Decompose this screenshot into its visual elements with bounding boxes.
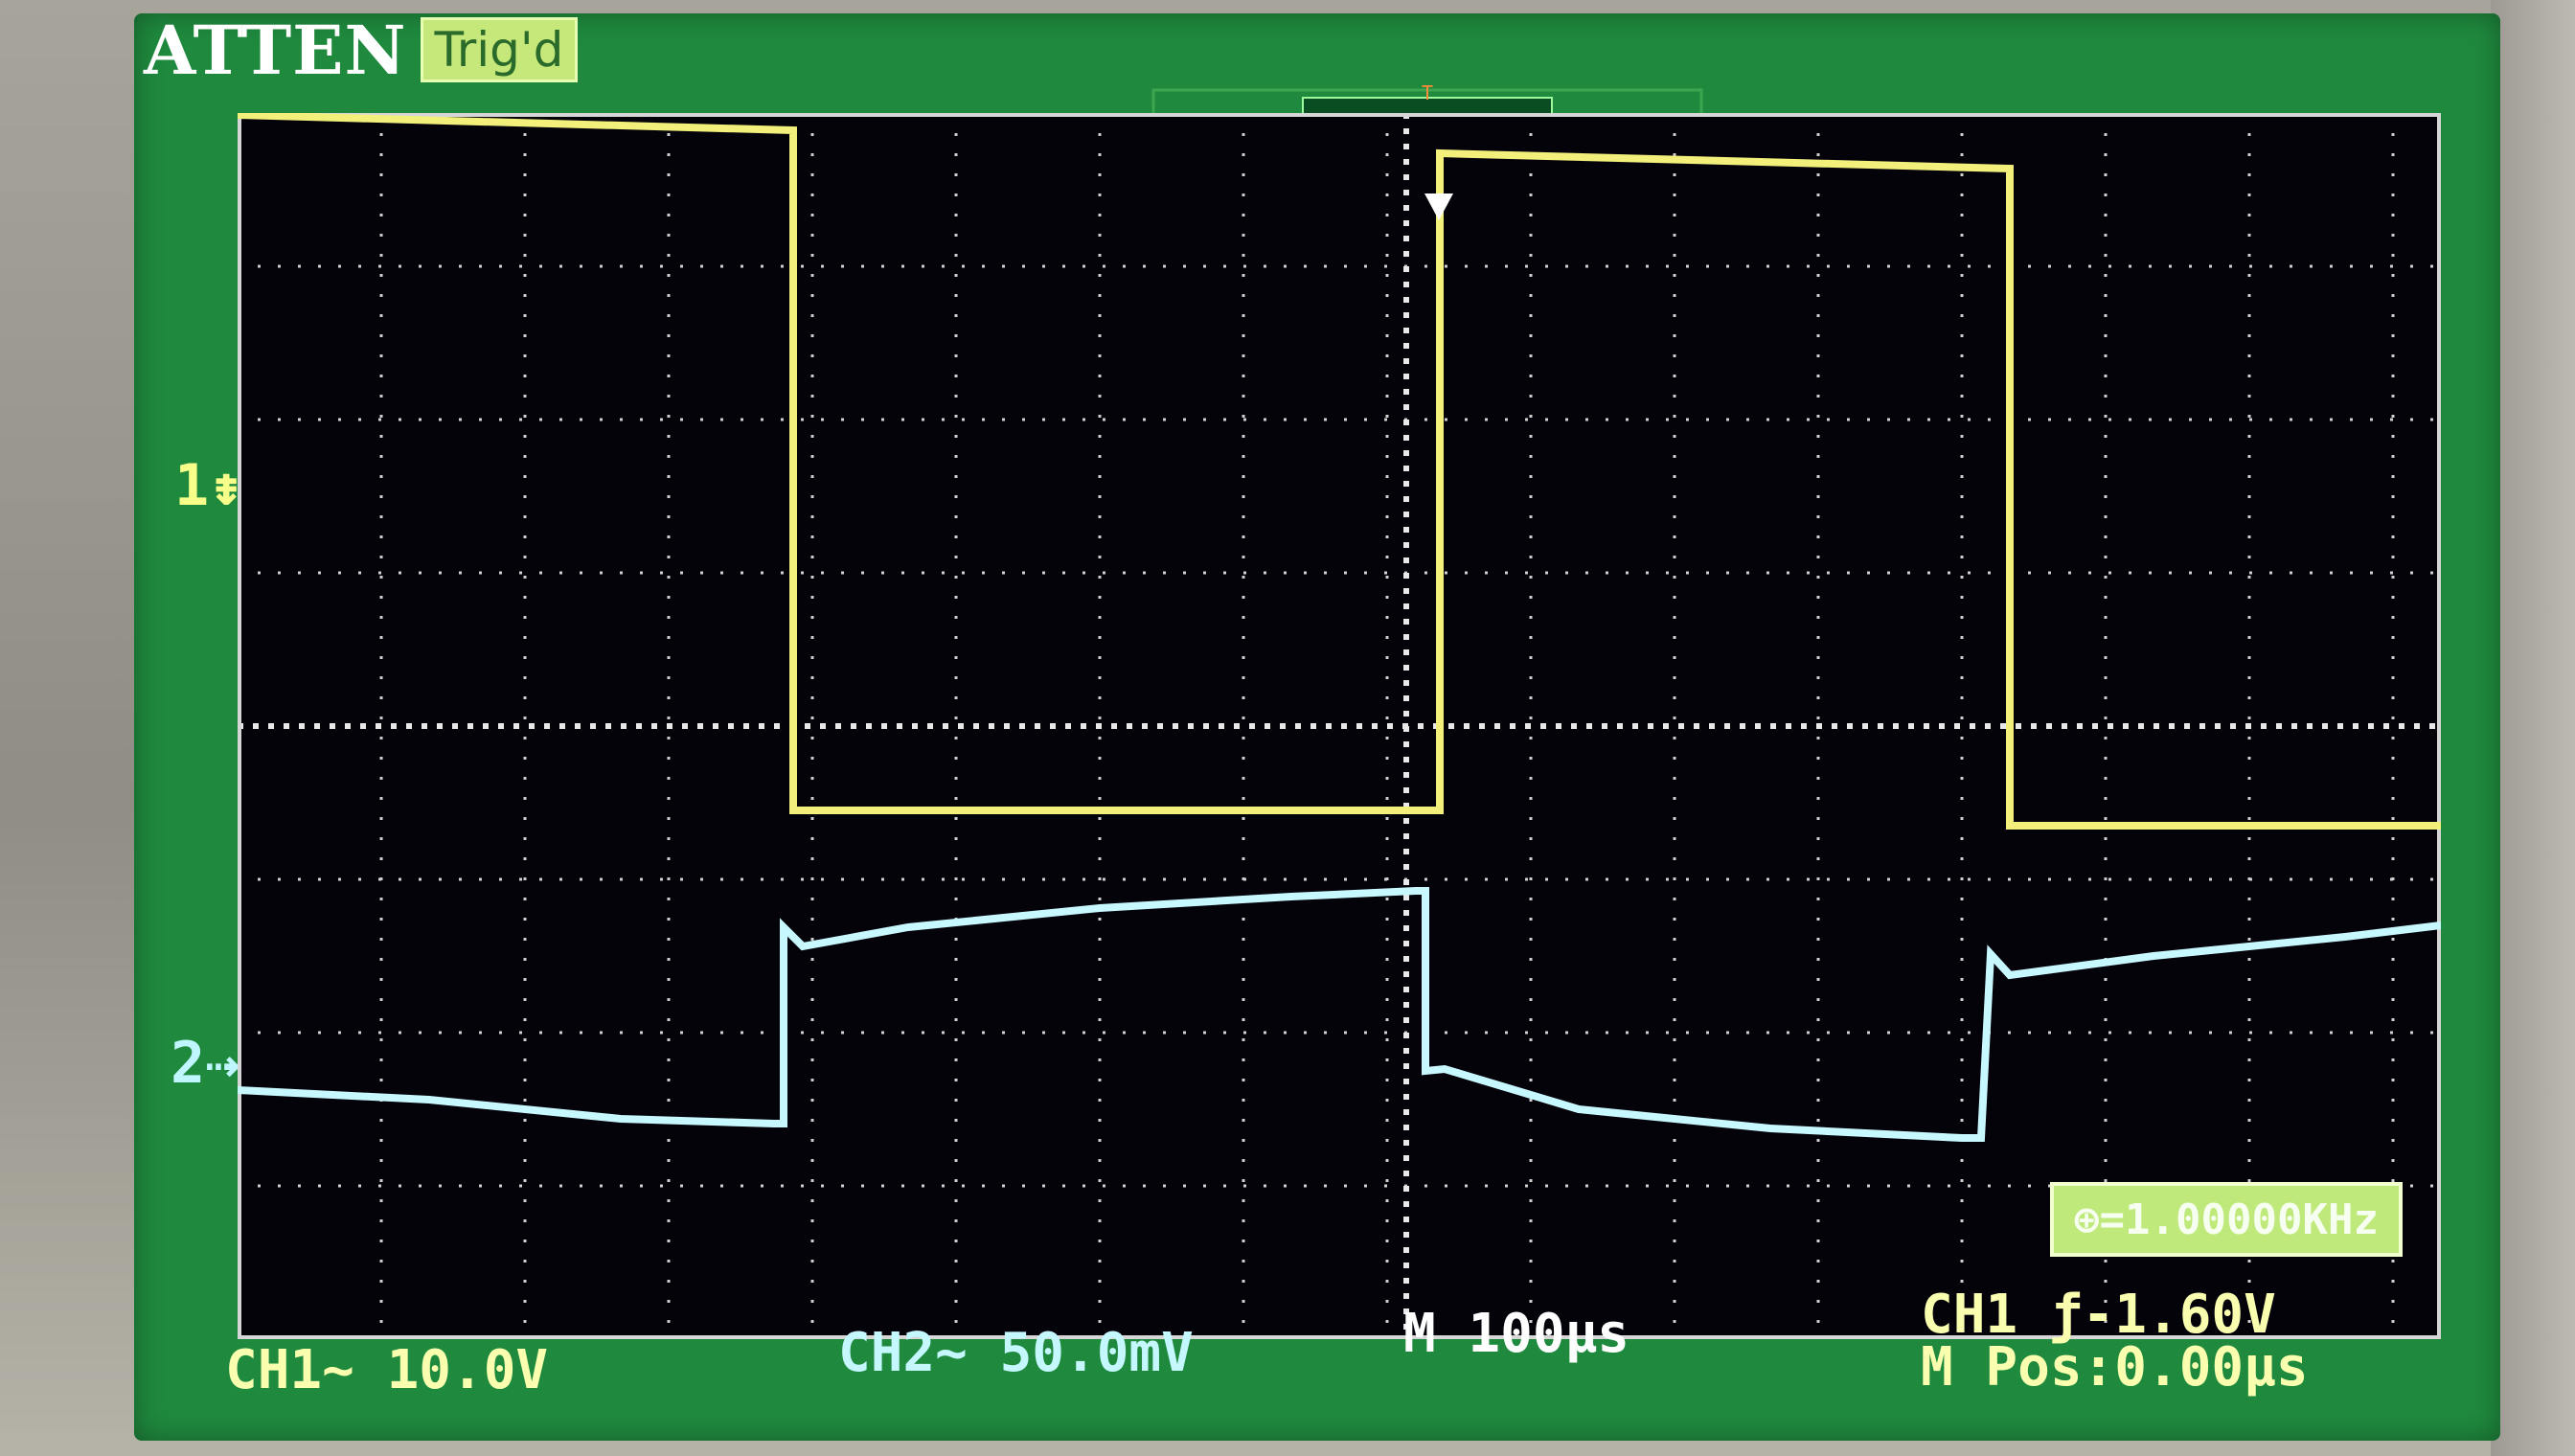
ch2-level-marker: 2⇢ [171,1030,240,1097]
trigger-status-badge: Trig'd [420,17,579,82]
trigger-position-icon [1424,193,1453,220]
ch1-scale-readout: CH1~ 10.0V [225,1339,549,1401]
ch2-trace [238,887,2441,1142]
device-side-panel [2491,0,2575,1456]
top-status-bar: ATTEN Trig'd [144,10,579,90]
ch1-trace [238,113,2441,830]
ch1-level-marker: 1⇟ [174,452,244,519]
ch2-scale-readout: CH2~ 50.0mV [838,1322,1194,1384]
waveform-graticule [238,113,2441,1339]
svg-text:T: T [1422,81,1433,104]
brand-logo: ATTEN [144,10,407,90]
timebase-readout: M 100μs [1403,1303,1630,1365]
horizontal-position-readout: M Pos:0.00μs [1921,1336,2309,1399]
frequency-readout: ⊕=1.00000KHz [2050,1182,2403,1257]
waveform-display [238,113,2441,1339]
